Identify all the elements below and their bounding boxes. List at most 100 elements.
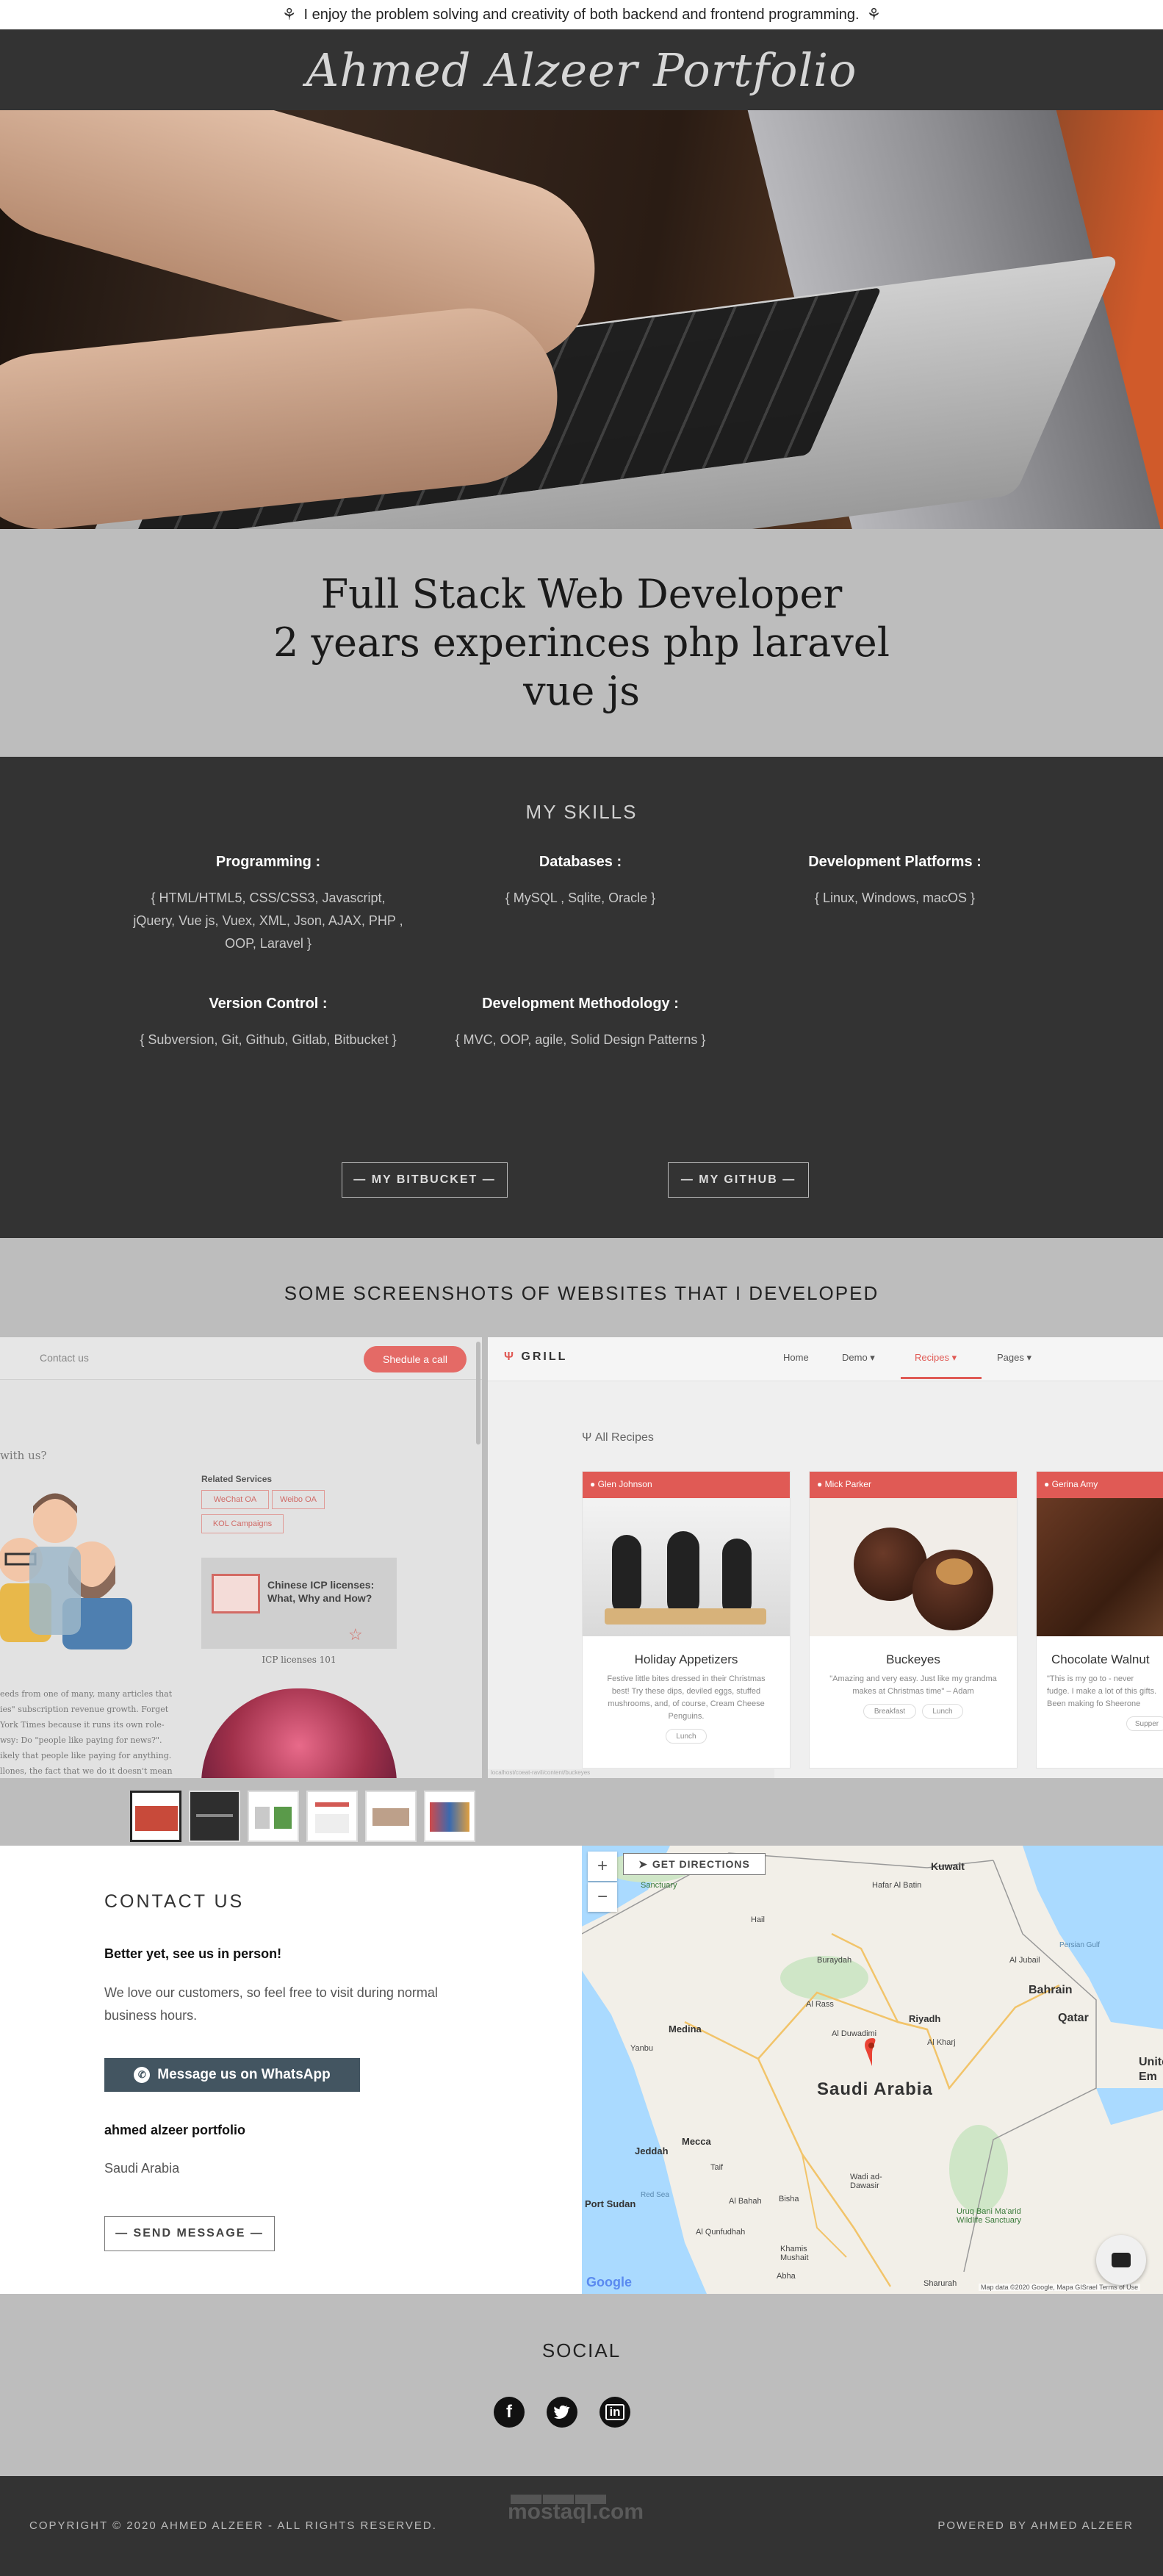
skill-group: Version Control : { Subversion, Git, Git… [129, 996, 408, 1051]
map-city: Medina [669, 2023, 702, 2034]
section-title: SOCIAL [541, 2339, 622, 2361]
site-header: Ahmed Alzeer Portfolio [0, 29, 1163, 110]
carousel-thumbnail[interactable] [189, 1791, 240, 1842]
contact-title: CONTACT US [104, 1891, 245, 1912]
zoom-in-button[interactable]: + [588, 1852, 617, 1881]
article-text: eeds from one of many, many articles tha… [0, 1689, 173, 1776]
carousel-slide[interactable]: Contact us Shedule a call with us? Relat… [0, 1337, 485, 1778]
grill-nav-item-active: Recipes ▾ [915, 1352, 957, 1363]
map-city: Mecca [682, 2136, 711, 2147]
map-city: Al Rass [806, 2000, 834, 2009]
chat-widget-button[interactable] [1096, 2235, 1146, 2285]
skill-group: Programming : { HTML/HTML5, CSS/CSS3, Ja… [129, 854, 408, 955]
recipe-author-bar: ● Gerina Amy [1037, 1472, 1163, 1498]
section-title: MY SKILLS [525, 801, 638, 823]
map-city: Buraydah [817, 1956, 852, 1965]
github-button[interactable]: — MY GITHUB — [668, 1162, 809, 1198]
map-widget[interactable]: + − ➤ GET DIRECTIONS Saudi Arabia Kuwait … [582, 1846, 1163, 2294]
skill-group-items: { HTML/HTML5, CSS/CSS3, Javascript, jQue… [133, 891, 403, 951]
carousel-thumbnail[interactable] [365, 1791, 417, 1842]
active-underline [901, 1377, 982, 1379]
recipe-card: ● Gerina Amy Chocolate Walnut "This is m… [1036, 1471, 1163, 1769]
intro-line: Full Stack Web Developer [320, 571, 843, 617]
map-city: Hail [751, 1915, 765, 1924]
icp-card: Chinese ICP licenses: What, Why and How?… [201, 1558, 397, 1649]
intro-line: 2 years experinces php laravel [273, 619, 890, 666]
grill-logo-text: GRILL [521, 1350, 568, 1363]
grill-nav-item: Demo ▾ [842, 1352, 875, 1363]
facebook-icon[interactable]: f [494, 2397, 525, 2428]
browser-status-url: localhost/coeat-ravil/content/buckeyes [488, 1769, 774, 1778]
skill-group: Development Platforms : { Linux, Windows… [755, 854, 1034, 910]
carousel-thumbnail[interactable] [130, 1791, 181, 1842]
zoom-out-button[interactable]: − [588, 1882, 617, 1912]
carousel-thumbnails [130, 1791, 475, 1842]
map-city: Al Jubail [1009, 1956, 1040, 1965]
skill-group-title: Programming : [215, 854, 321, 870]
intro-line: vue js [523, 668, 640, 714]
map-city: Khamis Mushait [780, 2245, 809, 2262]
send-message-button[interactable]: — SEND MESSAGE — [104, 2216, 275, 2251]
slide-nav-link: Contact us [40, 1352, 89, 1364]
recipe-photo [1037, 1498, 1163, 1636]
recipe-photo [810, 1498, 1017, 1636]
map-city: Wadi ad-Dawasir [850, 2173, 882, 2190]
tag: KOL Campaigns [201, 1514, 284, 1533]
skill-group-items: { MySQL , Sqlite, Oracle } [505, 891, 656, 905]
map-city: Bisha [779, 2195, 799, 2203]
site-footer: ▬▬▬ mostaql.com COPYRIGHT © 2020 AHMED A… [0, 2476, 1163, 2576]
tag: WeChat OA [201, 1490, 269, 1509]
sparkle-icon: ⚘ [866, 5, 882, 24]
brand-logo[interactable]: Ahmed Alzeer Portfolio [306, 43, 857, 97]
google-logo: Google [586, 2275, 632, 2289]
linkedin-icon[interactable]: in [599, 2397, 630, 2428]
get-directions-button[interactable]: ➤ GET DIRECTIONS [623, 1853, 766, 1875]
twitter-icon[interactable] [547, 2397, 577, 2428]
skill-group-title: Development Methodology : [482, 996, 679, 1012]
grill-logo: Ψ GRILL [504, 1350, 567, 1364]
skill-group: Databases : { MySQL , Sqlite, Oracle } [441, 854, 720, 910]
monitor-icon [212, 1574, 260, 1613]
map-city: Abha [777, 2272, 796, 2281]
map-city: Qatar [1058, 2012, 1089, 2024]
recipe-photo [583, 1498, 790, 1636]
fork-icon: Ψ [582, 1431, 592, 1444]
grill-nav-item: Pages ▾ [997, 1352, 1032, 1363]
recipe-desc: Festive little bites dressed in their Ch… [607, 1674, 766, 1721]
recipe-author-bar: ● Glen Johnson [583, 1472, 790, 1498]
skills-section: MY SKILLS Programming : { HTML/HTML5, CS… [0, 757, 1163, 1238]
recipe-tag: Lunch [922, 1704, 963, 1719]
icp-card-title: Chinese ICP licenses: What, Why and How? [267, 1579, 375, 1604]
contact-section: CONTACT US Better yet, see us in person!… [0, 1846, 1163, 2294]
carousel-slide[interactable]: Ψ GRILL Home Demo ▾ Recipes ▾ Pages ▾ Ψ … [488, 1337, 1163, 1778]
slide-navbar [488, 1337, 1163, 1381]
skill-group-items: { Subversion, Git, Github, Gitlab, Bitbu… [140, 1032, 397, 1047]
map-city: Jeddah [635, 2145, 669, 2156]
map-city: Taif [710, 2163, 724, 2172]
people-illustration [0, 1493, 132, 1649]
map-city: Al Duwadimi [832, 2029, 877, 2038]
recipe-desc: "This is my go to - never fudge. I make … [1047, 1674, 1157, 1708]
map-city: Unite Em [1139, 2056, 1163, 2083]
skill-group-title: Development Platforms : [808, 854, 982, 870]
watermark-text: mostaql.com [508, 2500, 644, 2524]
skill-group-items: { Linux, Windows, macOS } [814, 891, 976, 905]
map-city: Yanbu [630, 2044, 653, 2053]
map-city: Sharurah [923, 2279, 957, 2288]
whatsapp-icon: ✆ [134, 2067, 151, 2083]
map-city: Kuwait [931, 1860, 965, 1872]
carousel-thumbnail[interactable] [248, 1791, 299, 1842]
icp-card-caption: ICP licenses 101 [262, 1655, 336, 1665]
whatsapp-button[interactable]: ✆ Message us on WhatsApp [104, 2058, 360, 2092]
recipe-title: Chocolate Walnut [1051, 1652, 1150, 1666]
bitbucket-button[interactable]: — MY BITBUCKET — [342, 1162, 508, 1198]
carousel-thumbnail[interactable] [306, 1791, 358, 1842]
map-city: Port Sudan [585, 2198, 636, 2209]
map-city: Al Bahah [729, 2197, 762, 2206]
recipe-title: Holiday Appetizers [634, 1652, 738, 1666]
recipe-author-bar: ● Mick Parker [810, 1472, 1017, 1498]
recipe-tag: Supper [1126, 1716, 1163, 1731]
recipe-tag: Breakfast [863, 1704, 916, 1719]
carousel-thumbnail[interactable] [424, 1791, 475, 1842]
company-country: Saudi Arabia [104, 2161, 180, 2176]
